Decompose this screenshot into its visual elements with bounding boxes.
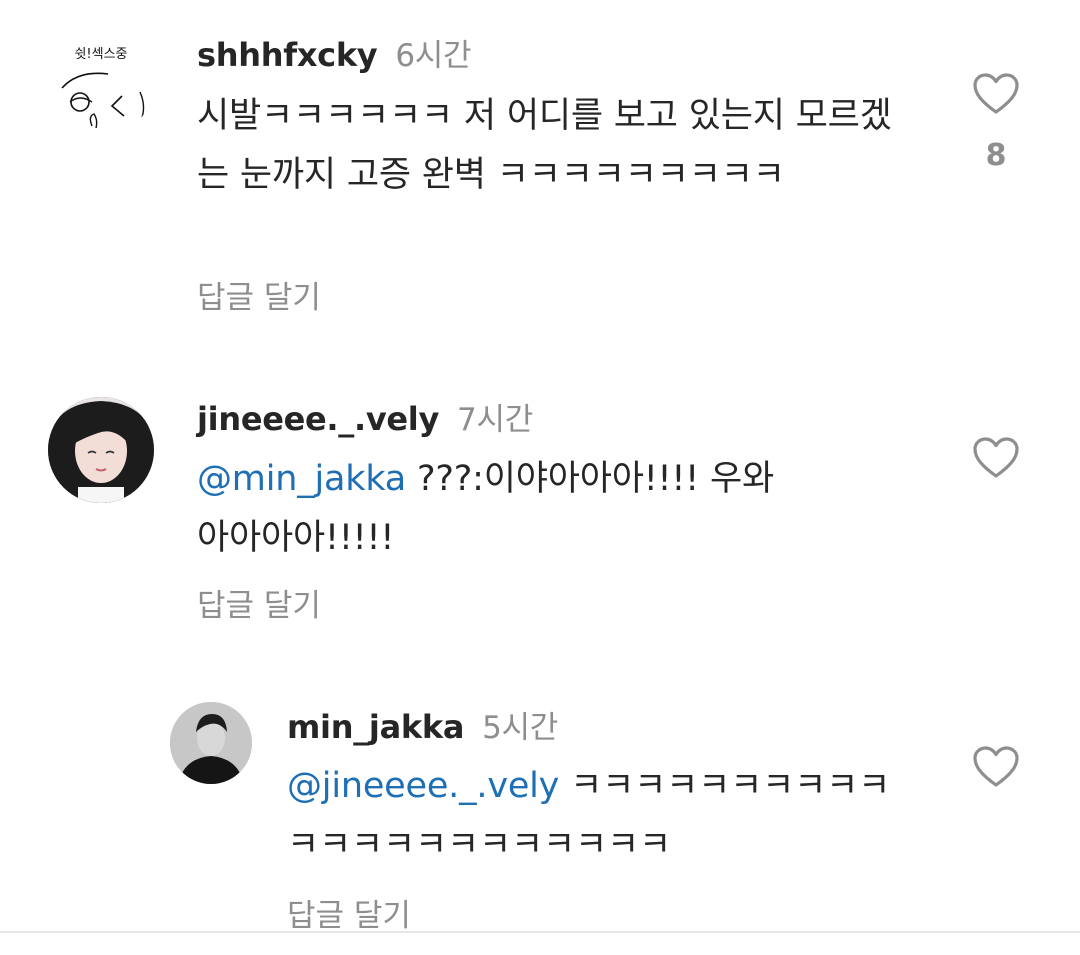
avatar-drawing-icon: 쉿!섹스중: [61, 47, 145, 129]
comment-time: 7시간: [457, 402, 533, 438]
heart-outline-icon[interactable]: [972, 436, 1020, 480]
reply-button[interactable]: 답글 달기: [197, 272, 321, 317]
comment-username[interactable]: jineeee._.vely 7시간: [197, 394, 533, 439]
comment-time: 5시간: [482, 710, 558, 746]
comment-time: 6시간: [395, 38, 472, 74]
reply-button[interactable]: 답글 달기: [197, 580, 321, 625]
comment-text: @min_jakka ???:이야아아아!!!! 우와아아아아!!!!!: [197, 450, 797, 568]
username-text[interactable]: shhhfxcky: [197, 36, 378, 74]
avatar-photo-icon: [48, 397, 154, 503]
comment-item: jineeee._.vely 7시간 @min_jakka ???:이야아아아!!…: [0, 330, 1080, 650]
username-text[interactable]: jineeee._.vely: [197, 400, 439, 438]
avatar[interactable]: 쉿!섹스중: [48, 30, 154, 136]
username-text[interactable]: min_jakka: [287, 708, 464, 746]
comment-item: 쉿!섹스중 shhhfxcky 6시간 시발ㅋㅋㅋㅋㅋㅋ 저 어디를 보고 있는지…: [0, 0, 1080, 330]
comment-text: @jineeee._.vely ㅋㅋㅋㅋㅋㅋㅋㅋㅋㅋㅋㅋㅋㅋㅋㅋㅋㅋㅋㅋㅋㅋ: [287, 757, 907, 875]
heart-outline-icon[interactable]: [972, 745, 1020, 789]
avatar-caption: 쉿!섹스중: [74, 47, 127, 62]
mention-link[interactable]: @jineeee._.vely: [287, 766, 559, 806]
avatar[interactable]: [170, 702, 252, 784]
avatar-photo-icon: [170, 702, 252, 784]
comment-username[interactable]: min_jakka 5시간: [287, 702, 558, 747]
comment-text: 시발ㅋㅋㅋㅋㅋㅋ 저 어디를 보고 있는지 모르겠는 눈까지 고증 완벽 ㅋㅋㅋ…: [197, 87, 897, 205]
like-count[interactable]: 8: [972, 138, 1020, 173]
reply-comment-item: min_jakka 5시간 @jineeee._.vely ㅋㅋㅋㅋㅋㅋㅋㅋㅋㅋㅋ…: [0, 650, 1080, 934]
comment-username[interactable]: shhhfxcky 6시간: [197, 30, 472, 75]
reply-button[interactable]: 답글 달기: [287, 890, 411, 935]
divider: [0, 931, 1080, 933]
comment-body: 시발ㅋㅋㅋㅋㅋㅋ 저 어디를 보고 있는지 모르겠는 눈까지 고증 완벽 ㅋㅋㅋ…: [197, 96, 892, 195]
heart-outline-icon[interactable]: [972, 72, 1020, 116]
mention-link[interactable]: @min_jakka: [197, 459, 406, 499]
avatar[interactable]: [48, 397, 154, 503]
